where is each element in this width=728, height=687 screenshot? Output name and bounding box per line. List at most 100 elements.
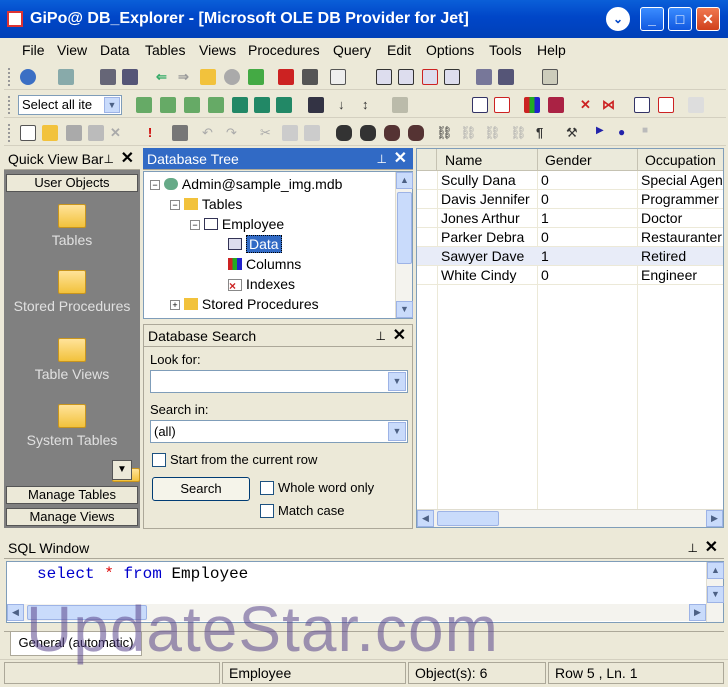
properties-icon[interactable] xyxy=(476,69,492,85)
qv-item-table-views[interactable]: Table Views xyxy=(4,338,140,382)
table-row[interactable]: Parker Debra 0 Restauranter xyxy=(417,228,723,247)
scroll-right-icon[interactable]: ▶ xyxy=(689,604,706,621)
table-add-icon[interactable] xyxy=(136,97,152,113)
scroll-down-icon[interactable]: ▼ xyxy=(112,460,132,480)
manage-views-button[interactable]: Manage Views xyxy=(6,508,138,526)
menu-procedures[interactable]: Procedures xyxy=(248,42,320,58)
table-row[interactable]: Sawyer Dave 1 Retired xyxy=(417,247,723,266)
menu-tools[interactable]: Tools xyxy=(489,42,522,58)
table-cell[interactable]: 0 xyxy=(541,229,549,245)
view-delete-icon[interactable] xyxy=(658,97,674,113)
scroll-down-icon[interactable]: ▼ xyxy=(707,586,724,603)
table-import-icon[interactable] xyxy=(232,97,248,113)
database-icon[interactable] xyxy=(100,69,116,85)
close-pane-icon[interactable]: ✕ xyxy=(393,325,406,347)
qv-item-system-tables[interactable]: System Tables xyxy=(4,404,140,448)
pin-icon[interactable]: ⊥ xyxy=(377,148,387,170)
paste-icon[interactable] xyxy=(304,125,320,141)
scroll-up-icon[interactable]: ▲ xyxy=(396,172,413,189)
link-add-icon[interactable]: ⛓ xyxy=(460,125,477,141)
find-icon[interactable] xyxy=(336,125,352,141)
menu-edit[interactable]: Edit xyxy=(387,42,411,58)
window-error-icon[interactable] xyxy=(422,69,438,85)
menu-tables[interactable]: Tables xyxy=(145,42,185,58)
sql-hscrollbar[interactable]: ◀ ▶ xyxy=(7,604,706,621)
table-cell[interactable]: Doctor xyxy=(641,210,682,226)
record-icon[interactable]: ● xyxy=(618,125,634,141)
redo-icon[interactable]: ↷ xyxy=(226,125,242,141)
table-cell[interactable]: 0 xyxy=(541,267,549,283)
collapse-icon[interactable]: − xyxy=(150,180,160,190)
scroll-thumb[interactable] xyxy=(397,192,412,264)
pin-icon[interactable]: ⊥ xyxy=(376,325,386,347)
find-next-icon[interactable] xyxy=(360,125,376,141)
tree-node-data[interactable]: Data xyxy=(228,235,282,253)
up-folder-icon[interactable] xyxy=(200,69,216,85)
table-row[interactable]: Scully Dana 0 Special Agen xyxy=(417,171,723,190)
column-header-gender[interactable]: Gender xyxy=(545,152,592,168)
settings-icon[interactable] xyxy=(498,69,514,85)
sort-desc-icon[interactable]: ↕ xyxy=(362,97,378,113)
tree-node-columns[interactable]: Columns xyxy=(228,256,301,272)
chevron-down-icon[interactable]: ▼ xyxy=(388,372,406,391)
sql-vscrollbar[interactable]: ▲ ▼ xyxy=(706,562,724,622)
table-link-icon[interactable] xyxy=(276,97,292,113)
print-icon[interactable] xyxy=(302,69,318,85)
replace-icon[interactable] xyxy=(384,125,400,141)
tree-node-indexes[interactable]: × Indexes xyxy=(228,276,295,292)
maximize-button[interactable]: □ xyxy=(668,7,692,31)
grid-icon[interactable] xyxy=(472,97,488,113)
open-file-icon[interactable] xyxy=(42,125,58,141)
sort-asc-icon[interactable]: ↓ xyxy=(338,97,354,113)
export-icon[interactable] xyxy=(278,69,294,85)
toolbar-grip[interactable] xyxy=(8,96,12,114)
menu-data[interactable]: Data xyxy=(100,42,130,58)
column-divider[interactable] xyxy=(637,149,638,171)
table-cell[interactable]: Jones Arthur xyxy=(441,210,520,226)
table-cell[interactable]: Programmer xyxy=(641,191,719,207)
link-icon[interactable]: ⛓ xyxy=(436,125,453,141)
scroll-thumb[interactable] xyxy=(27,605,147,620)
app-icon[interactable] xyxy=(7,11,23,27)
table-cell[interactable]: Retired xyxy=(641,248,686,264)
table-cell[interactable]: 0 xyxy=(541,191,549,207)
scroll-thumb[interactable] xyxy=(437,511,499,526)
table-cell[interactable]: 1 xyxy=(541,210,549,226)
table-row[interactable]: Davis Jennifer 0 Programmer xyxy=(417,190,723,209)
connect-icon[interactable] xyxy=(20,69,36,85)
find-prev-icon[interactable] xyxy=(408,125,424,141)
menu-options[interactable]: Options xyxy=(426,42,474,58)
select-combo[interactable]: Select all ite ▼ xyxy=(18,95,122,115)
scroll-up-icon[interactable]: ▲ xyxy=(707,562,724,579)
column-divider[interactable] xyxy=(537,149,538,171)
window-cascade-icon[interactable] xyxy=(376,69,392,85)
table-copy-icon[interactable] xyxy=(184,97,200,113)
menu-views[interactable]: Views xyxy=(199,42,236,58)
relation-icon[interactable]: ⋈ xyxy=(602,97,618,113)
match-case-checkbox[interactable] xyxy=(260,504,274,518)
table-cell[interactable]: White Cindy xyxy=(441,267,516,283)
window-switch-icon[interactable] xyxy=(444,69,460,85)
scroll-right-icon[interactable]: ▶ xyxy=(706,510,723,527)
menu-help[interactable]: Help xyxy=(537,42,566,58)
chevron-down-icon[interactable]: ▼ xyxy=(104,97,120,113)
scroll-left-icon[interactable]: ◀ xyxy=(7,604,24,621)
table-row[interactable]: Jones Arthur 1 Doctor xyxy=(417,209,723,228)
cut-icon[interactable]: ✂ xyxy=(260,125,276,141)
chevron-down-icon[interactable]: ▼ xyxy=(388,422,406,441)
pin-icon[interactable]: ⊥ xyxy=(688,537,698,559)
table-cell[interactable]: Davis Jennifer xyxy=(441,191,530,207)
menu-view[interactable]: View xyxy=(57,42,87,58)
table-cell[interactable]: Special Agen xyxy=(641,172,723,188)
new-file-icon[interactable] xyxy=(20,125,36,141)
toolbar-grip[interactable] xyxy=(8,124,12,142)
table-design-icon[interactable] xyxy=(308,97,324,113)
expand-icon[interactable]: + xyxy=(170,300,180,310)
qv-item-stored-procedures[interactable]: Stored Procedures xyxy=(4,270,140,314)
columns-icon[interactable] xyxy=(548,97,564,113)
paragraph-icon[interactable]: ¶ xyxy=(536,125,552,141)
view-edit-icon[interactable] xyxy=(688,97,704,113)
link-break-icon[interactable]: ⛓ xyxy=(510,125,527,141)
close-button[interactable]: ✕ xyxy=(696,7,720,31)
pin-icon[interactable]: ⊥ xyxy=(104,148,114,170)
